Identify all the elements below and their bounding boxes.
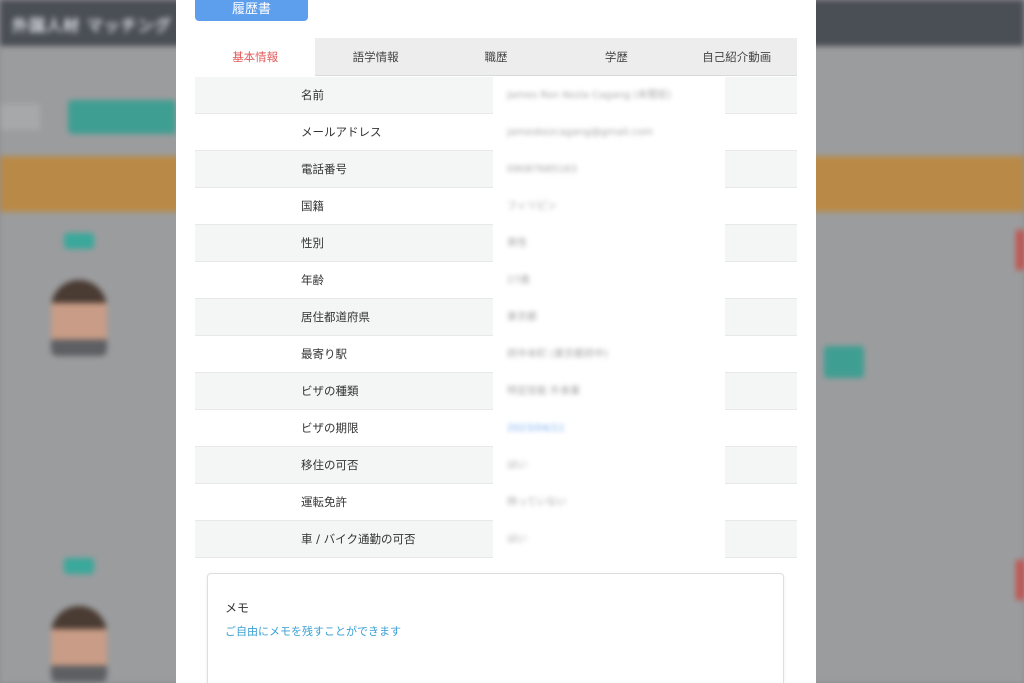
background-search-button	[68, 100, 176, 134]
background-tag	[64, 233, 94, 249]
info-value: 特定技能 外食業	[507, 386, 581, 397]
info-row-relocation: 移住の可否 はい	[195, 447, 797, 484]
info-label: ビザの種類	[301, 384, 359, 398]
info-value: フィリピン	[507, 201, 557, 212]
info-value-cell: jameskezcagang@gmail.com	[493, 114, 725, 151]
info-label: 居住都道府県	[301, 310, 370, 324]
info-value: 27歳	[507, 275, 530, 286]
background-tag	[64, 558, 94, 574]
memo-title: メモ	[225, 601, 250, 615]
info-value-cell: 東京都	[493, 299, 725, 336]
background-search	[0, 104, 40, 130]
background-badge	[1016, 560, 1024, 600]
info-value-cell: 男性	[493, 225, 725, 262]
info-label: ビザの期限	[301, 421, 359, 435]
info-row-name: 名前 James Ron Kezia Cagang (本間宏)	[195, 77, 797, 114]
info-value-cell: 府中本町 (東京都府中)	[493, 336, 725, 373]
info-row-nearest-station: 最寄り駅 府中本町 (東京都府中)	[195, 336, 797, 373]
background-avatar	[51, 606, 107, 682]
candidate-detail-modal: 履歴書 基本情報 語学情報 職歴 学歴 自己紹介動画 名前 James Ron …	[176, 0, 816, 683]
background-button	[824, 346, 864, 378]
info-value-cell: 2023/04/11	[493, 410, 725, 447]
info-value-cell: フィリピン	[493, 188, 725, 225]
tab-bar: 基本情報 語学情報 職歴 学歴 自己紹介動画	[195, 38, 797, 76]
info-value: jameskezcagang@gmail.com	[507, 127, 653, 138]
basic-info-table: 名前 James Ron Kezia Cagang (本間宏) メールアドレス …	[195, 77, 797, 558]
info-row-commute: 車 / バイク通勤の可否 はい	[195, 521, 797, 558]
info-row-age: 年齢 27歳	[195, 262, 797, 299]
info-label: 運転免許	[301, 495, 347, 509]
info-label: 車 / バイク通勤の可否	[301, 532, 416, 546]
info-row-drivers-license: 運転免許 持っていない	[195, 484, 797, 521]
info-label: 移住の可否	[301, 458, 359, 472]
info-row-prefecture: 居住都道府県 東京都	[195, 299, 797, 336]
tab-language-info[interactable]: 語学情報	[315, 38, 435, 76]
info-row-visa-type: ビザの種類 特定技能 外食業	[195, 373, 797, 410]
tab-education[interactable]: 学歴	[556, 38, 676, 76]
info-label: 最寄り駅	[301, 347, 347, 361]
info-value: 2023/04/11	[507, 423, 565, 434]
info-label: 名前	[301, 88, 324, 102]
info-value-cell: 09087685163	[493, 151, 725, 188]
info-value-cell: 特定技能 外食業	[493, 373, 725, 410]
info-value-cell: 持っていない	[493, 484, 725, 521]
info-value: James Ron Kezia Cagang (本間宏)	[507, 90, 672, 101]
info-value-cell: はい	[493, 447, 725, 484]
info-value: 持っていない	[507, 497, 567, 508]
memo-input[interactable]: ご自由にメモを残すことができます	[225, 623, 401, 639]
info-row-nationality: 国籍 フィリピン	[195, 188, 797, 225]
memo-panel: メモ ご自由にメモを残すことができます	[207, 573, 784, 683]
info-value: 府中本町 (東京都府中)	[507, 349, 608, 360]
info-value-cell: 27歳	[493, 262, 725, 299]
resume-button[interactable]: 履歴書	[195, 0, 308, 21]
tab-work-history[interactable]: 職歴	[436, 38, 556, 76]
info-value-cell: はい	[493, 521, 725, 558]
info-label: メールアドレス	[301, 125, 382, 139]
info-value: 09087685163	[507, 164, 577, 175]
info-row-email: メールアドレス jameskezcagang@gmail.com	[195, 114, 797, 151]
info-row-gender: 性別 男性	[195, 225, 797, 262]
info-label: 電話番号	[301, 162, 347, 176]
info-value: はい	[507, 534, 527, 545]
info-value: 男性	[507, 238, 527, 249]
info-value: 東京都	[507, 312, 537, 323]
background-avatar	[51, 280, 107, 356]
info-row-phone: 電話番号 09087685163	[195, 151, 797, 188]
info-label: 年齢	[301, 273, 324, 287]
tab-intro-video[interactable]: 自己紹介動画	[677, 38, 797, 76]
background-header-title: 外国人材 マッチング	[12, 16, 172, 35]
info-row-visa-expiry: ビザの期限 2023/04/11	[195, 410, 797, 447]
info-label: 国籍	[301, 199, 324, 213]
info-value: はい	[507, 460, 527, 471]
background-badge	[1016, 230, 1024, 270]
tab-basic-info[interactable]: 基本情報	[195, 38, 316, 76]
info-value-cell: James Ron Kezia Cagang (本間宏)	[493, 77, 725, 114]
info-label: 性別	[301, 236, 324, 250]
